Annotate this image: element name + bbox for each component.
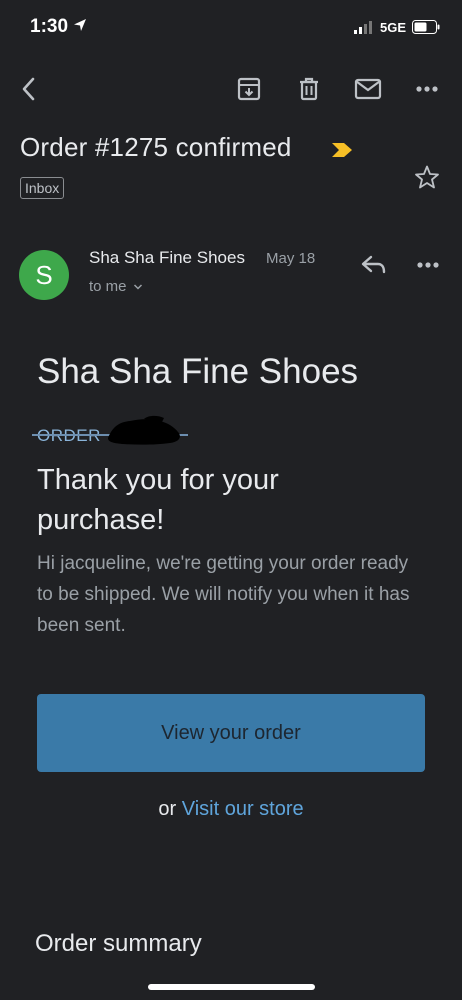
chevron-down-icon [133,283,142,290]
back-button[interactable] [12,72,46,106]
trash-icon [300,77,318,101]
thank-you-heading: Thank you for your purchase! [37,464,279,536]
order-message: Hi jacqueline, we're getting your order … [37,553,410,636]
home-indicator[interactable] [148,984,315,990]
mail-icon [354,78,382,100]
sender-name: Sha Sha Fine Shoes [89,248,245,267]
or-text: or [158,798,177,820]
email-date: May 18 [266,250,316,267]
visit-store-link[interactable]: Visit our store [182,798,304,820]
store-link-line: or Visit our store [0,798,462,821]
redaction-scribble [108,415,180,445]
mark-unread-button[interactable] [351,72,385,106]
recipient-details[interactable]: to me [89,278,143,295]
order-number-label: ORDER [37,426,101,446]
delete-button[interactable] [292,72,326,106]
reply-icon[interactable] [358,250,390,280]
archive-icon [237,77,261,101]
view-order-button[interactable]: View your order [37,694,425,772]
archive-button[interactable] [232,72,266,106]
status-bar: 1:30 5GE [0,0,462,56]
importance-marker-icon[interactable] [330,141,354,159]
battery-icon [412,20,440,34]
more-icon [416,86,438,92]
recipient-text: to me [89,278,127,295]
more-button[interactable] [410,72,444,106]
message-more-icon[interactable] [412,250,444,280]
order-summary-heading: Order summary [35,930,202,957]
star-icon[interactable] [414,164,440,190]
email-toolbar [0,66,462,112]
status-indicators: 5GE [353,18,440,36]
email-subject: Order #1275 confirmed [20,132,292,162]
back-arrow-icon [22,77,35,101]
sender-avatar[interactable]: S [19,250,69,300]
signal-icon [353,21,372,34]
location-icon [74,19,86,31]
status-time: 1:30 [30,16,69,37]
inbox-label[interactable]: Inbox [20,177,65,199]
network-type: 5GE [379,19,406,35]
shop-name-heading: Sha Sha Fine Shoes [37,352,359,391]
